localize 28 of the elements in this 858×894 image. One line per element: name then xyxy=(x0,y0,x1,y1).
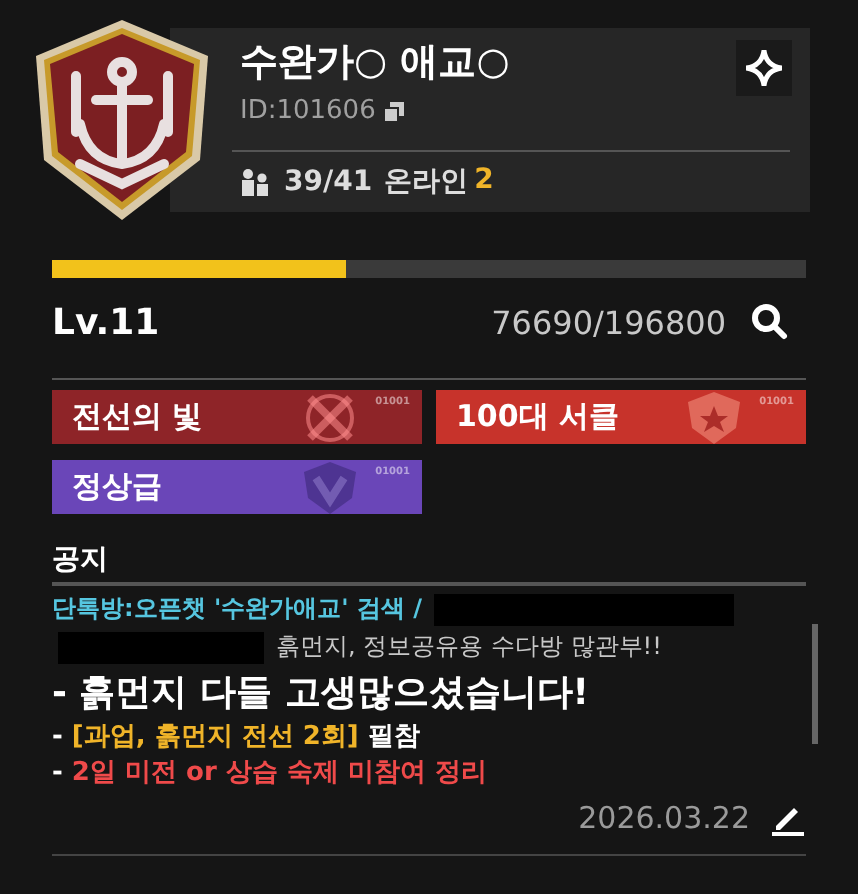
notice-text: 단톡방:오픈챗 '수완가애교' 검색 / xyxy=(52,592,423,626)
notice-text: 흙먼지, 정보공유용 수다방 많관부!! xyxy=(276,630,662,664)
chevron-shield-icon xyxy=(302,460,358,516)
notice-text: - 흙먼지 다들 고생많으셨습니다! xyxy=(52,670,589,716)
tag-label: 전선의 빛 xyxy=(72,398,203,436)
copy-icon[interactable] xyxy=(383,101,404,121)
experience-count: 76690/196800 xyxy=(491,303,726,341)
member-count: 39/41 xyxy=(284,166,373,198)
members-icon xyxy=(240,168,272,196)
guild-id: ID:101606 xyxy=(240,96,376,126)
notice-date: 2026.03.22 xyxy=(578,800,750,836)
search-button[interactable] xyxy=(750,302,790,342)
notice-title: 공지 xyxy=(52,542,110,578)
star-shield-icon xyxy=(686,390,742,446)
crossed-swords-icon xyxy=(302,390,358,446)
online-count: 2 xyxy=(474,164,494,200)
guild-level: Lv.11 xyxy=(52,301,162,343)
online-label: 온라인 xyxy=(384,164,469,200)
notice-text: 2일 미전 or 상습 숙제 미참여 정리 xyxy=(71,756,487,790)
notice-text: - xyxy=(52,757,65,787)
tag-label: 100대 서클 xyxy=(456,398,620,436)
notice-text: 필참 xyxy=(365,720,420,754)
tag-label: 정상급 xyxy=(72,468,162,506)
notice-text: [과업, 흙먼지 전선 2회] xyxy=(71,720,359,754)
settings-button[interactable] xyxy=(736,40,792,96)
guild-name: 수완가○ 애교○ xyxy=(240,38,510,88)
notice-text: - xyxy=(52,721,65,751)
scrollbar[interactable] xyxy=(812,624,818,744)
